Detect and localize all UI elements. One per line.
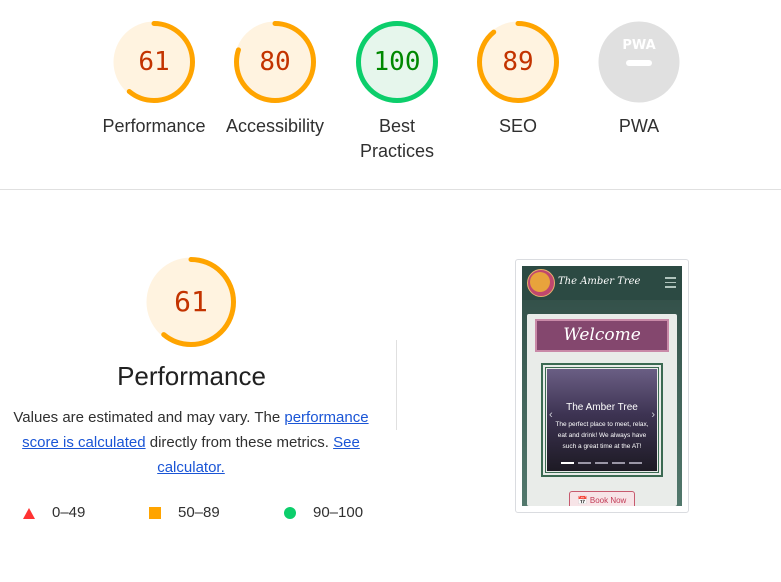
gauge-label-performance[interactable]: Performance bbox=[84, 114, 224, 139]
gauge-score: 89 bbox=[502, 47, 534, 77]
pwa-badge-icon: PWA bbox=[622, 38, 656, 53]
gauge-score: 100 bbox=[373, 47, 421, 77]
category-summary: 61 Performance 80 Accessibility 100 Best… bbox=[0, 0, 781, 190]
carousel-frame: ‹ › The Amber Tree The perfect place to … bbox=[541, 363, 663, 477]
desc-mid: directly from these metrics. bbox=[145, 434, 334, 451]
carousel-indicators bbox=[561, 462, 643, 464]
gauge-accessibility[interactable]: 80 bbox=[233, 20, 317, 104]
performance-score-gauge: 61 bbox=[145, 256, 237, 348]
legend-range: 0–49 bbox=[52, 504, 86, 521]
triangle-icon bbox=[23, 508, 35, 519]
gauge-label-accessibility[interactable]: Accessibility bbox=[205, 114, 345, 139]
logo-icon bbox=[527, 269, 555, 297]
divider bbox=[396, 340, 397, 430]
square-icon bbox=[149, 507, 161, 519]
gauge-score: 61 bbox=[174, 285, 208, 318]
legend-range: 90–100 bbox=[313, 504, 364, 521]
pwa-dash-icon bbox=[626, 60, 652, 66]
hamburger-menu-icon bbox=[665, 277, 676, 291]
gauge-label-pwa[interactable]: PWA bbox=[569, 114, 709, 139]
gauge-seo[interactable]: 89 bbox=[476, 20, 560, 104]
circle-icon bbox=[284, 507, 296, 519]
gauge-score: 61 bbox=[138, 47, 170, 77]
gauge-label-best-practices[interactable]: Best Practices bbox=[357, 114, 437, 164]
site-brand: The Amber Tree bbox=[558, 276, 641, 287]
desc-prefix: Values are estimated and may vary. The bbox=[13, 409, 285, 426]
carousel-title: The Amber Tree bbox=[566, 402, 638, 413]
tree-icon bbox=[530, 272, 550, 292]
site-header: The Amber Tree bbox=[522, 266, 682, 300]
gauge-pwa[interactable]: PWA bbox=[597, 20, 681, 104]
carousel: ‹ › The Amber Tree The perfect place to … bbox=[547, 369, 657, 471]
performance-description: Values are estimated and may vary. The p… bbox=[8, 405, 374, 480]
final-screenshot[interactable]: The Amber Tree Welcome ‹ › The Amber Tre… bbox=[515, 259, 689, 513]
legend-range: 50–89 bbox=[178, 504, 220, 521]
welcome-banner: Welcome bbox=[535, 319, 669, 352]
book-now-button: 📅 Book Now bbox=[569, 491, 635, 506]
gauge-score: 80 bbox=[259, 47, 291, 77]
carousel-text: The perfect place to meet, relax, eat an… bbox=[555, 421, 649, 450]
screenshot-viewport: The Amber Tree Welcome ‹ › The Amber Tre… bbox=[522, 266, 682, 506]
performance-title: Performance bbox=[117, 361, 266, 391]
gauge-label-seo[interactable]: SEO bbox=[448, 114, 588, 139]
gauge-performance[interactable]: 61 bbox=[112, 20, 196, 104]
gauge-best-practices[interactable]: 100 bbox=[355, 20, 439, 104]
